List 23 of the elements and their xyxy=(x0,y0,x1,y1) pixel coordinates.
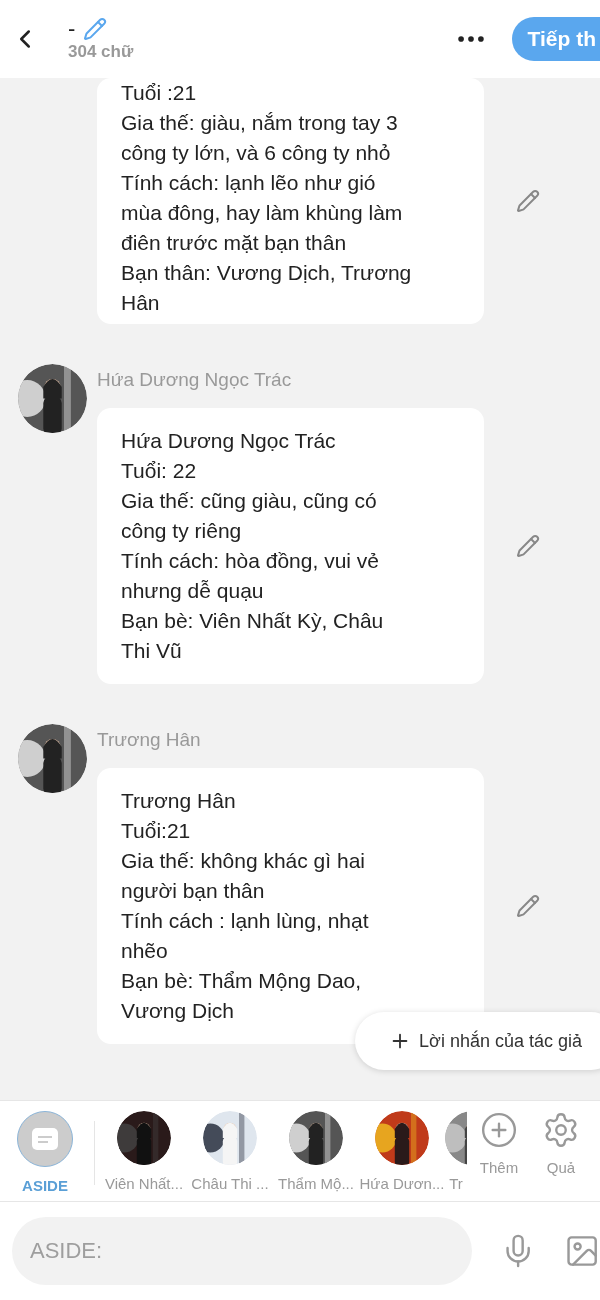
word-count: 304 chữ xyxy=(68,42,134,62)
add-icon xyxy=(480,1111,518,1149)
edit-icon[interactable] xyxy=(516,189,540,213)
character-tab[interactable]: ASIDE xyxy=(0,1111,90,1194)
next-button[interactable]: Tiếp th xyxy=(511,17,600,61)
character-tab[interactable]: Tr xyxy=(445,1111,467,1192)
manage-button[interactable]: Quả xyxy=(531,1111,591,1176)
author-note-button[interactable]: Lời nhắn của tác giả xyxy=(355,1012,600,1070)
character-tab[interactable]: Hứa Dươn... xyxy=(359,1111,445,1192)
character-tab[interactable]: Châu Thi ... xyxy=(187,1111,273,1192)
character-tab[interactable]: Viên Nhất... xyxy=(101,1111,187,1192)
character-tab[interactable]: Thẩm Mộ... xyxy=(273,1111,359,1192)
message-text: Tuổi :21 Gia thế: giàu, nắm trong tay 3 công ty lớn, và 6 công ty nhỏ Tính cách: lạnh lẽo như gió mùa đông, hay làm khùng làm điên trước mặt bạn thân Bạn thân: Vương Dịch, Trương Hân xyxy=(121,80,413,316)
edit-icon[interactable] xyxy=(516,534,540,558)
sender-name: Trương Hân xyxy=(97,729,201,751)
message-text: Hứa Dương Ngọc Trác Tuổi: 22 Gia thế: cũng giàu, cũng có công ty riêng Tính cách: hòa đồng, vui vẻ nhưng dễ quạu Bạn bè: Viên Nhất Kỳ, Châu Thi Vũ xyxy=(121,428,385,664)
edit-icon[interactable] xyxy=(83,17,108,41)
sender-name: Hứa Dương Ngọc Trác xyxy=(97,369,292,391)
edit-icon[interactable] xyxy=(516,894,540,918)
message-icon xyxy=(32,1128,58,1150)
story-title: - xyxy=(68,16,76,42)
add-button[interactable]: Thêm xyxy=(469,1111,529,1176)
input-field[interactable]: ASIDE: xyxy=(12,1217,472,1285)
